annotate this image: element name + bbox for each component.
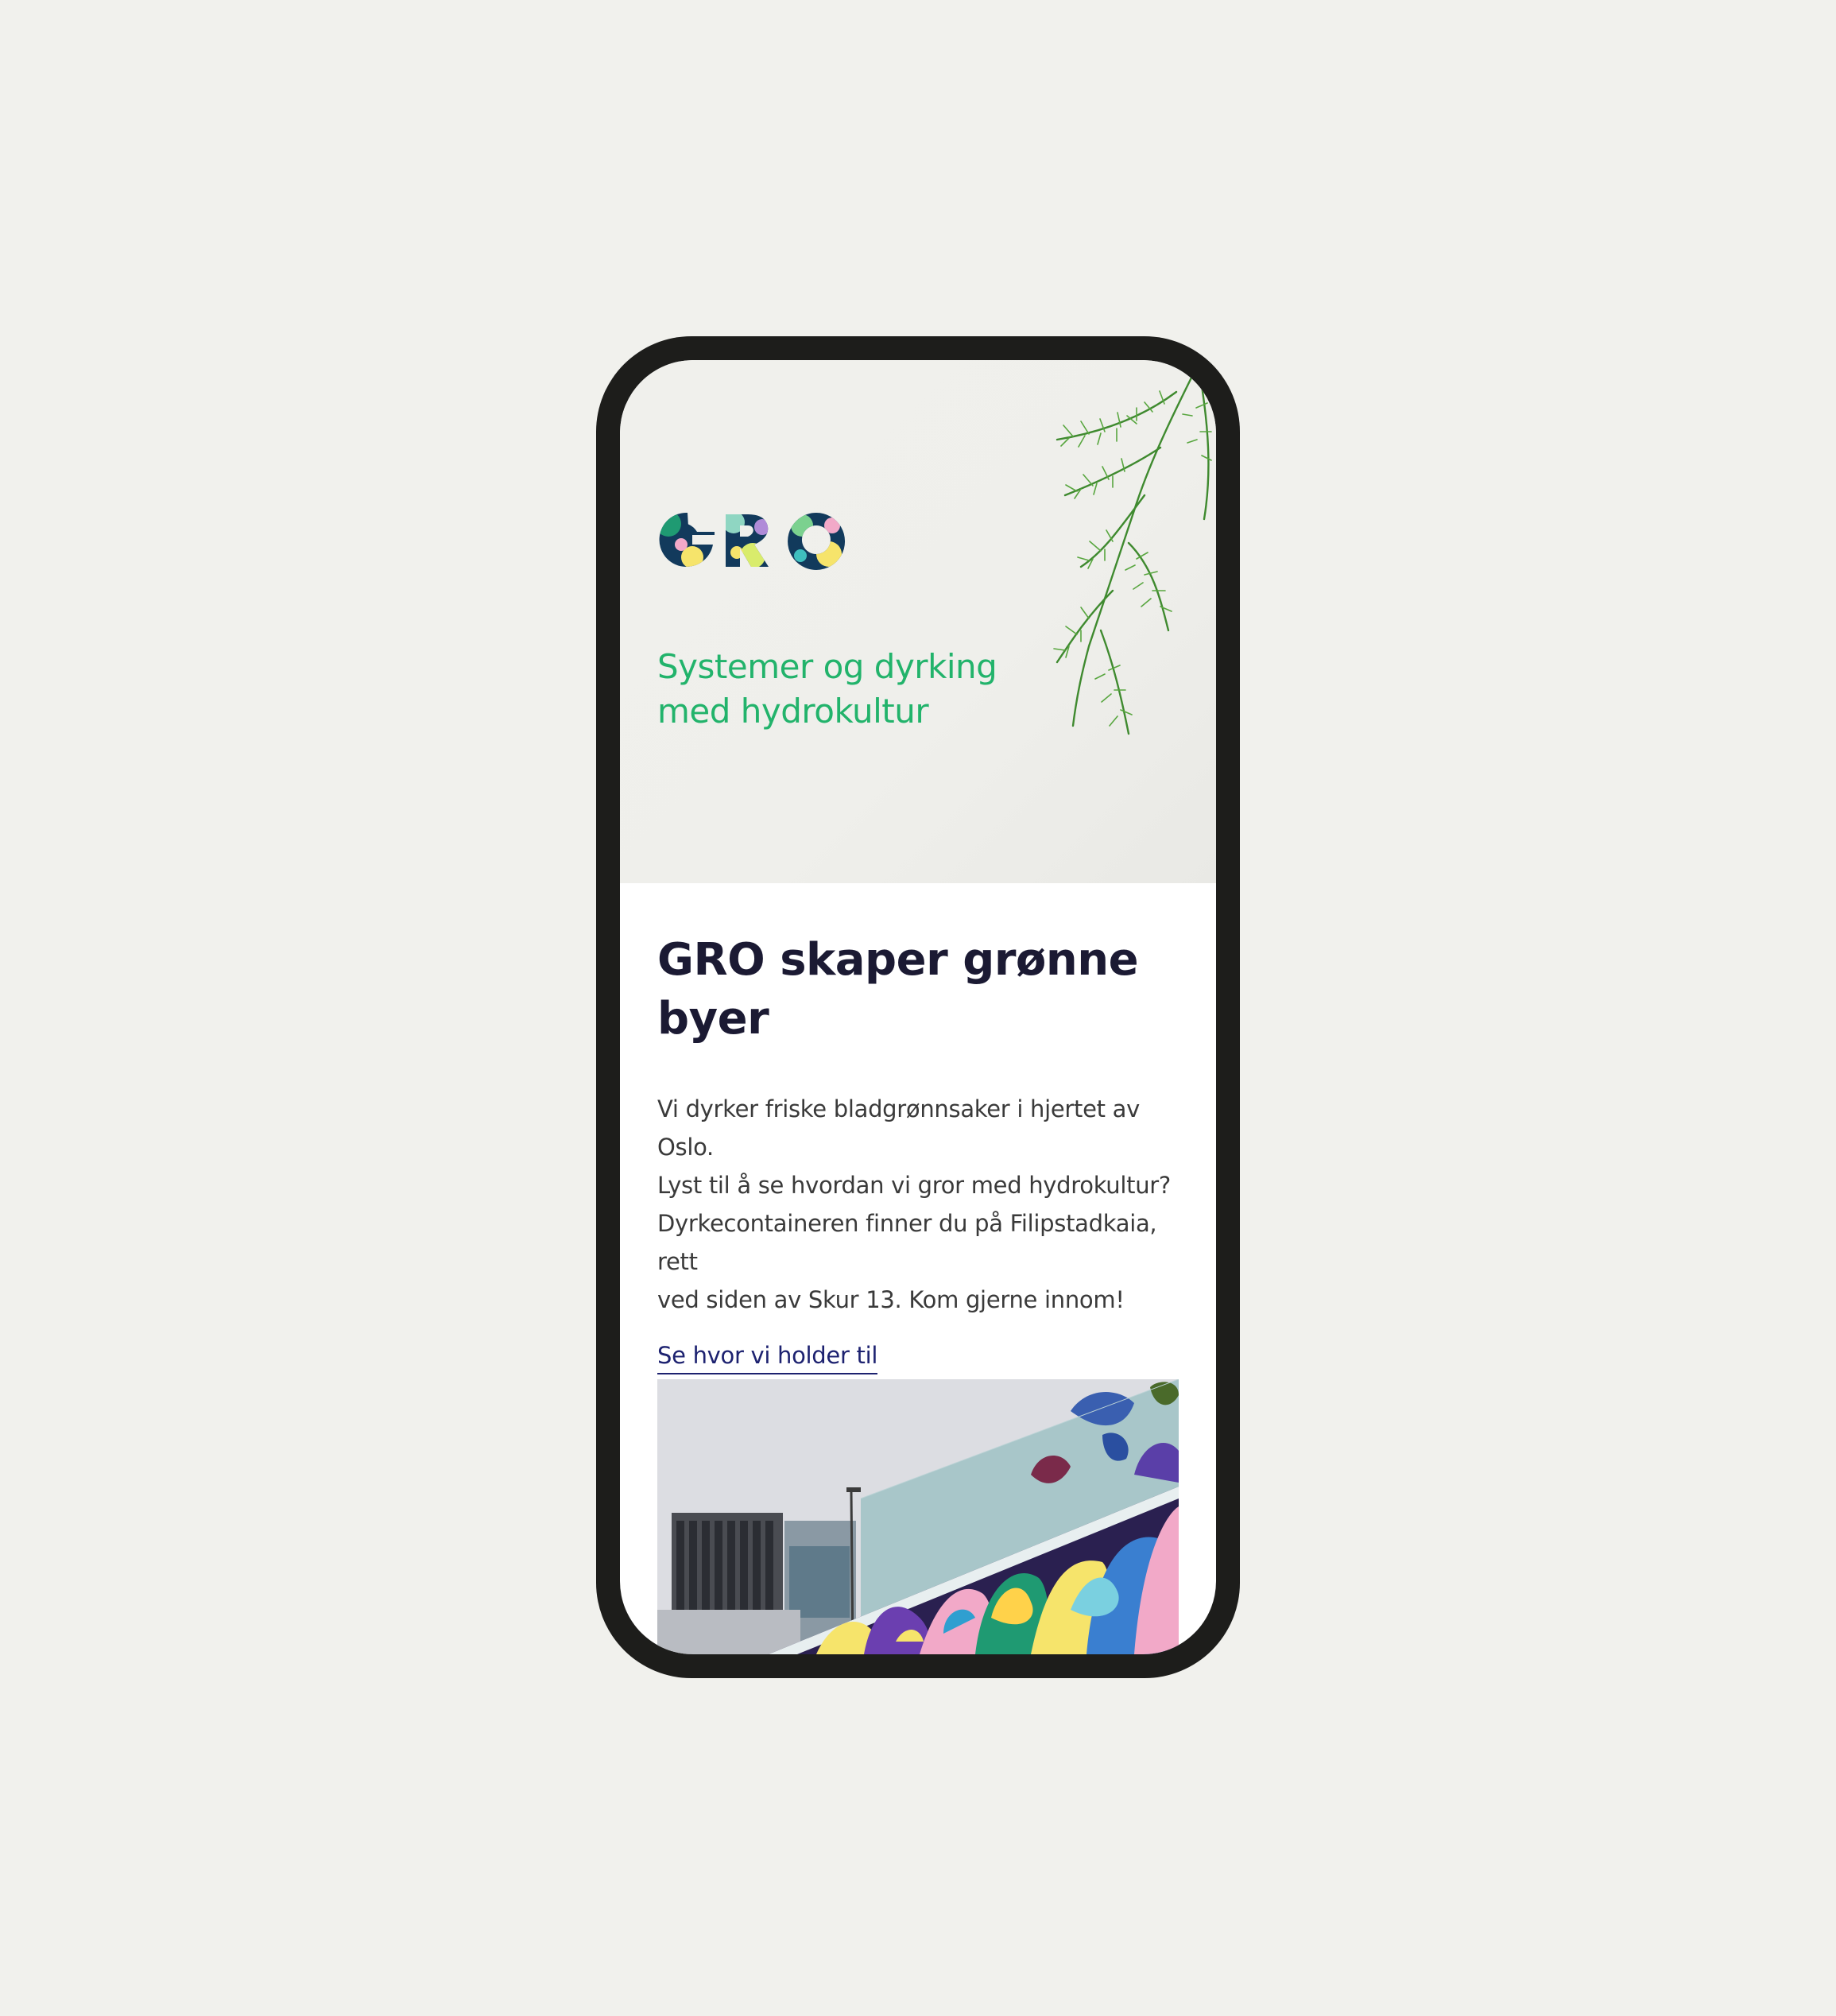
intro-paragraph: Vi dyrker friske bladgrønnsaker i hjerte… xyxy=(657,1090,1179,1319)
hero-tagline-line2: med hydrokultur xyxy=(657,692,929,731)
phone-frame: Systemer og dyrking med hydrokultur GRO … xyxy=(596,336,1240,1678)
container-mural-photo xyxy=(657,1379,1179,1654)
location-link[interactable]: Se hvor vi holder til xyxy=(657,1339,877,1374)
dill-sprig-image xyxy=(1053,360,1212,735)
intro-line: Vi dyrker friske bladgrønnsaker i hjerte… xyxy=(657,1095,1140,1161)
phone-screen: Systemer og dyrking med hydrokultur GRO … xyxy=(620,360,1216,1654)
hero-tagline-line1: Systemer og dyrking xyxy=(657,647,997,686)
headline-line2: byer xyxy=(657,993,769,1045)
gro-logo xyxy=(659,512,846,570)
page: { "hero": { "logo_text": "GRO", "tagline… xyxy=(0,0,1836,2016)
main-content: GRO skaper grønne byer Vi dyrker friske … xyxy=(657,883,1179,1374)
headline-line1: GRO skaper grønne xyxy=(657,934,1139,986)
hero-tagline: Systemer og dyrking med hydrokultur xyxy=(657,645,1055,734)
intro-line: Lyst til å se hvordan vi gror med hydrok… xyxy=(657,1172,1172,1199)
intro-line: ved siden av Skur 13. Kom gjerne innom! xyxy=(657,1286,1125,1313)
page-headline: GRO skaper grønne byer xyxy=(657,931,1179,1049)
intro-line: Dyrkecontaineren finner du på Filipstadk… xyxy=(657,1210,1157,1275)
hero-section: Systemer og dyrking med hydrokultur xyxy=(620,360,1216,883)
